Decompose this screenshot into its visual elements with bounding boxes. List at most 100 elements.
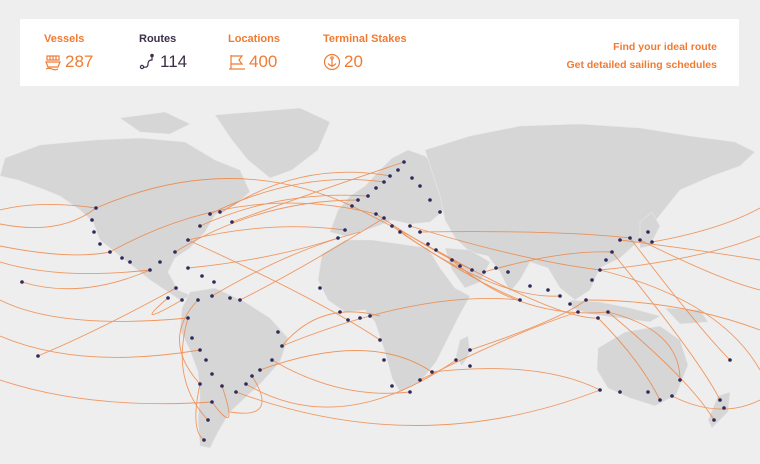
port-dot[interactable] — [468, 364, 472, 368]
port-dot[interactable] — [210, 372, 214, 376]
port-dot[interactable] — [120, 256, 124, 260]
port-dot[interactable] — [173, 250, 177, 254]
port-dot[interactable] — [418, 184, 422, 188]
port-dot[interactable] — [198, 348, 202, 352]
port-dot[interactable] — [606, 310, 610, 314]
port-dot[interactable] — [408, 224, 412, 228]
port-dot[interactable] — [658, 398, 662, 402]
port-dot[interactable] — [506, 270, 510, 274]
port-dot[interactable] — [378, 338, 382, 342]
port-dot[interactable] — [374, 186, 378, 190]
port-dot[interactable] — [426, 242, 430, 246]
port-dot[interactable] — [438, 210, 442, 214]
port-dot[interactable] — [350, 204, 354, 208]
port-dot[interactable] — [468, 348, 472, 352]
port-dot[interactable] — [646, 390, 650, 394]
port-dot[interactable] — [598, 268, 602, 272]
port-dot[interactable] — [36, 354, 40, 358]
port-dot[interactable] — [210, 294, 214, 298]
port-dot[interactable] — [638, 238, 642, 242]
port-dot[interactable] — [374, 212, 378, 216]
port-dot[interactable] — [396, 168, 400, 172]
port-dot[interactable] — [718, 398, 722, 402]
port-dot[interactable] — [238, 298, 242, 302]
port-dot[interactable] — [200, 274, 204, 278]
port-dot[interactable] — [390, 384, 394, 388]
port-dot[interactable] — [338, 310, 342, 314]
port-dot[interactable] — [208, 212, 212, 216]
port-dot[interactable] — [186, 316, 190, 320]
port-dot[interactable] — [598, 388, 602, 392]
port-dot[interactable] — [318, 286, 322, 290]
port-dot[interactable] — [604, 258, 608, 262]
sailing-schedules-link[interactable]: Get detailed sailing schedules — [566, 59, 717, 71]
port-dot[interactable] — [196, 298, 200, 302]
port-dot[interactable] — [212, 280, 216, 284]
port-dot[interactable] — [198, 224, 202, 228]
port-dot[interactable] — [410, 176, 414, 180]
port-dot[interactable] — [206, 418, 210, 422]
port-dot[interactable] — [228, 296, 232, 300]
port-dot[interactable] — [148, 268, 152, 272]
port-dot[interactable] — [244, 382, 248, 386]
port-dot[interactable] — [458, 264, 462, 268]
port-dot[interactable] — [186, 266, 190, 270]
port-dot[interactable] — [470, 268, 474, 272]
port-dot[interactable] — [280, 344, 284, 348]
find-route-link[interactable]: Find your ideal route — [613, 41, 717, 53]
port-dot[interactable] — [382, 180, 386, 184]
port-dot[interactable] — [722, 406, 726, 410]
port-dot[interactable] — [202, 438, 206, 442]
port-dot[interactable] — [670, 394, 674, 398]
port-dot[interactable] — [402, 160, 406, 164]
port-dot[interactable] — [368, 314, 372, 318]
port-dot[interactable] — [546, 288, 550, 292]
port-dot[interactable] — [186, 238, 190, 242]
port-dot[interactable] — [190, 336, 194, 340]
port-dot[interactable] — [596, 316, 600, 320]
port-dot[interactable] — [90, 218, 94, 222]
port-dot[interactable] — [388, 174, 392, 178]
port-dot[interactable] — [728, 358, 732, 362]
port-dot[interactable] — [430, 370, 434, 374]
port-dot[interactable] — [382, 216, 386, 220]
port-dot[interactable] — [390, 224, 394, 228]
port-dot[interactable] — [210, 400, 214, 404]
port-dot[interactable] — [618, 390, 622, 394]
port-dot[interactable] — [398, 230, 402, 234]
port-dot[interactable] — [568, 302, 572, 306]
port-dot[interactable] — [418, 378, 422, 382]
port-dot[interactable] — [518, 298, 522, 302]
port-dot[interactable] — [174, 286, 178, 290]
port-dot[interactable] — [166, 296, 170, 300]
port-dot[interactable] — [234, 390, 238, 394]
port-dot[interactable] — [528, 284, 532, 288]
port-dot[interactable] — [576, 310, 580, 314]
port-dot[interactable] — [356, 198, 360, 202]
port-dot[interactable] — [94, 206, 98, 210]
port-dot[interactable] — [646, 230, 650, 234]
port-dot[interactable] — [428, 198, 432, 202]
port-dot[interactable] — [204, 358, 208, 362]
port-dot[interactable] — [434, 248, 438, 252]
port-dot[interactable] — [343, 228, 347, 232]
port-dot[interactable] — [678, 378, 682, 382]
port-dot[interactable] — [336, 236, 340, 240]
port-dot[interactable] — [220, 384, 224, 388]
port-dot[interactable] — [482, 270, 486, 274]
port-dot[interactable] — [276, 330, 280, 334]
port-dot[interactable] — [250, 374, 254, 378]
port-dot[interactable] — [158, 260, 162, 264]
port-dot[interactable] — [610, 250, 614, 254]
port-dot[interactable] — [494, 266, 498, 270]
port-dot[interactable] — [628, 236, 632, 240]
port-dot[interactable] — [382, 358, 386, 362]
port-dot[interactable] — [198, 382, 202, 386]
port-dot[interactable] — [258, 368, 262, 372]
port-dot[interactable] — [712, 418, 716, 422]
port-dot[interactable] — [418, 230, 422, 234]
port-dot[interactable] — [558, 294, 562, 298]
port-dot[interactable] — [270, 358, 274, 362]
port-dot[interactable] — [180, 298, 184, 302]
port-dot[interactable] — [20, 280, 24, 284]
